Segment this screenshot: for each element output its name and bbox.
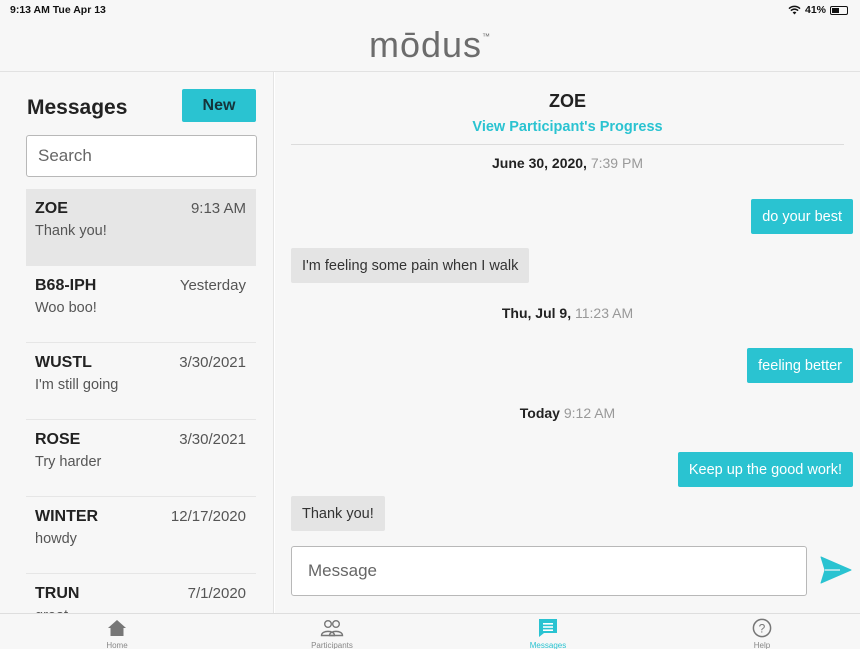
tab-home[interactable]: Home	[57, 614, 177, 649]
messages-panel: Messages New ZOE 9:13 AM Thank you! B68-IPH…	[0, 72, 274, 613]
conversation-time: 12/17/2020	[170, 508, 246, 525]
separator-date: Thu, Jul 9,	[501, 305, 572, 321]
outgoing-message: do your best	[751, 199, 853, 234]
conversation-time: Yesterday	[179, 277, 246, 294]
conversation-name: ZOE	[35, 200, 68, 217]
view-progress-link[interactable]: View Participant's Progress	[275, 119, 860, 135]
tab-label: Participants	[311, 641, 353, 649]
tab-bar: Home Participants Messages ? Help	[0, 613, 860, 649]
new-message-button[interactable]: New	[182, 89, 256, 122]
separator-time: 9:12 AM	[559, 405, 616, 421]
conversation-preview: Thank you!	[35, 223, 107, 239]
date-separator: Today 9:12 AM	[275, 405, 860, 421]
separator-date: June 30, 2020,	[492, 155, 587, 171]
date-separator: Thu, Jul 9, 11:23 AM	[275, 305, 860, 321]
date-separator: June 30, 2020, 7:39 PM	[275, 155, 860, 171]
send-icon	[820, 556, 852, 584]
conversation-name: ROSE	[35, 431, 81, 448]
modus-logo: mōdus™	[0, 24, 860, 66]
conversation-name: B68-IPH	[35, 277, 97, 294]
conversation-time: 7/1/2020	[187, 585, 246, 602]
tab-help[interactable]: ? Help	[702, 614, 822, 649]
conversation-name: WINTER	[35, 508, 99, 525]
status-right: 41%	[788, 4, 848, 16]
messages-title: Messages	[27, 96, 128, 119]
messages-icon	[538, 617, 558, 638]
chat-participant-name: ZOE	[548, 91, 586, 111]
wifi-icon	[788, 5, 801, 15]
send-button[interactable]	[819, 556, 853, 586]
battery-icon	[830, 5, 848, 15]
conversation-item[interactable]: B68-IPH Yesterday Woo boo!	[26, 266, 256, 343]
logo-text: mōdus	[368, 24, 483, 65]
conversation-preview: I'm still going	[35, 377, 119, 393]
tab-label: Messages	[529, 641, 567, 649]
help-icon: ?	[752, 617, 772, 638]
logo-trademark: ™	[482, 32, 492, 41]
conversation-time: 3/30/2021	[179, 354, 246, 371]
status-time: 9:13 AM Tue Apr 13	[10, 4, 106, 16]
conversation-list: ZOE 9:13 AM Thank you! B68-IPH Yesterday Woo …	[26, 189, 256, 613]
tab-label: Home	[106, 641, 128, 649]
app-header: mōdus™	[0, 22, 860, 72]
separator-time: 11:23 AM	[571, 305, 634, 321]
message-input[interactable]	[291, 546, 807, 596]
conversation-item[interactable]: ZOE 9:13 AM Thank you!	[26, 189, 256, 266]
participants-icon	[320, 617, 344, 638]
chat-divider	[291, 144, 844, 145]
conversation-preview: Woo boo!	[35, 300, 97, 316]
conversation-item[interactable]: WUSTL 3/30/2021 I'm still going	[26, 343, 256, 420]
home-icon	[107, 617, 127, 638]
conversation-item[interactable]: TRUN7/1/2020great	[26, 574, 256, 613]
conversation-item[interactable]: ROSE 3/30/2021 Try harder	[26, 420, 256, 497]
conversation-preview: howdy	[35, 531, 77, 547]
separator-date: Today	[519, 405, 560, 421]
outgoing-message: feeling better	[747, 348, 853, 383]
svg-text:?: ?	[759, 621, 766, 635]
search-input[interactable]	[26, 135, 257, 177]
tab-label: Help	[753, 641, 771, 649]
tab-participants[interactable]: Participants	[272, 614, 392, 649]
outgoing-message: Keep up the good work!	[677, 452, 853, 487]
conversation-time: 9:13 AM	[190, 200, 246, 217]
incoming-message: I'm feeling some pain when I walk	[291, 248, 530, 283]
conversation-name: TRUN	[35, 585, 80, 602]
chat-panel: ZOE View Participant's Progress June 30,…	[275, 72, 860, 613]
conversation-time: 3/30/2021	[179, 431, 246, 448]
conversation-preview: Try harder	[35, 454, 102, 470]
conversation-name: WUSTL	[35, 354, 92, 371]
incoming-message: Thank you!	[291, 496, 385, 531]
battery-percent: 41%	[804, 4, 826, 16]
status-bar: 9:13 AM Tue Apr 13 41%	[0, 0, 860, 22]
tab-messages[interactable]: Messages	[488, 614, 608, 649]
conversation-item[interactable]: WINTER 12/17/2020 howdy	[26, 497, 256, 574]
separator-time: 7:39 PM	[586, 155, 643, 171]
